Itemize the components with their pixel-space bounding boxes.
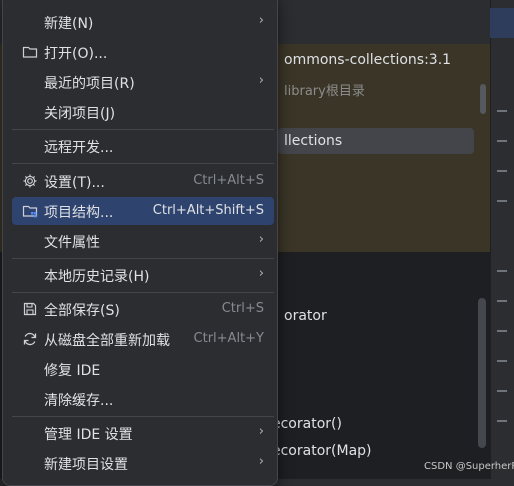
menu-item-label: 从磁盘全部重新加载	[44, 333, 170, 349]
menu-item-label: 新建项目设置	[44, 457, 128, 473]
menu-separator	[12, 163, 274, 164]
chevron-right-icon: ›	[258, 13, 264, 28]
scrollbar-thumb[interactable]	[480, 84, 486, 114]
chevron-right-icon: ›	[258, 266, 264, 281]
menu-item-label: 打开(O)...	[44, 46, 108, 62]
menu-item-shortcut: Ctrl+S	[221, 301, 264, 316]
menu-item-remote-development[interactable]: 远程开发...	[12, 132, 274, 160]
menu-item-label: 清除缓存...	[44, 393, 114, 409]
project-structure-icon	[22, 203, 38, 219]
code-line: orator	[284, 308, 327, 324]
menu-item-shortcut: Ctrl+Alt+S	[193, 173, 264, 188]
menu-item-label: 新建(N)	[44, 16, 94, 32]
menu-item-label: 设置(T)...	[44, 175, 105, 191]
notification-icon[interactable]	[490, 8, 514, 38]
menu-separator	[12, 258, 274, 259]
gear-icon	[22, 173, 38, 189]
right-gutter	[490, 0, 514, 479]
menu-item-save-all[interactable]: 全部保存(S) Ctrl+S	[12, 295, 274, 323]
menu-item-label: 项目结构...	[44, 205, 114, 221]
menu-item-label: 修复 IDE	[44, 363, 101, 379]
chevron-right-icon: ›	[258, 454, 264, 469]
menu-item-repair-ide[interactable]: 修复 IDE	[12, 355, 274, 383]
menu-item-label: 全部保存(S)	[44, 303, 120, 319]
file-menu-popup: 新建(N) › 打开(O)... 最近的项目(R) › 关闭项目(J) 远程开发…	[2, 0, 278, 486]
menu-item-open[interactable]: 打开(O)...	[12, 38, 274, 66]
code-line: ecorator(Map)	[272, 443, 372, 459]
selected-tree-label: llections	[284, 133, 343, 149]
chevron-right-icon: ›	[258, 73, 264, 88]
menu-item-new-project-settings[interactable]: 新建项目设置 ›	[12, 449, 274, 477]
menu-separator	[12, 292, 274, 293]
menu-item-file-properties[interactable]: 文件属性 ›	[12, 227, 274, 255]
menu-item-label: 最近的项目(R)	[44, 76, 135, 92]
menu-item-new[interactable]: 新建(N) ›	[12, 8, 274, 36]
menu-item-shortcut: Ctrl+Alt+Y	[193, 331, 264, 346]
menu-item-recent-projects[interactable]: 最近的项目(R) ›	[12, 68, 274, 96]
menu-item-label: 关闭项目(J)	[44, 106, 116, 122]
menu-item-local-history[interactable]: 本地历史记录(H) ›	[12, 261, 274, 289]
code-line: ecorator()	[272, 416, 342, 432]
library-root-text: library根目录	[284, 84, 365, 99]
menu-item-close-project[interactable]: 关闭项目(J)	[12, 98, 274, 126]
folder-icon	[22, 44, 38, 60]
library-path-text: ommons-collections:3.1	[284, 52, 452, 68]
menu-item-label: 文件属性	[44, 235, 100, 251]
save-icon	[22, 301, 38, 317]
menu-item-label: 远程开发...	[44, 140, 114, 156]
menu-item-shortcut: Ctrl+Alt+Shift+S	[152, 203, 264, 218]
menu-item-reload-all-from-disk[interactable]: 从磁盘全部重新加载 Ctrl+Alt+Y	[12, 325, 274, 353]
menu-separator	[12, 129, 274, 130]
watermark: CSDN @SuperherRo	[424, 461, 514, 472]
menu-separator	[12, 416, 274, 417]
menu-item-invalidate-caches[interactable]: 清除缓存...	[12, 385, 274, 413]
menu-item-label: 管理 IDE 设置	[44, 427, 133, 443]
menu-item-manage-ide-settings[interactable]: 管理 IDE 设置 ›	[12, 419, 274, 447]
reload-icon	[22, 331, 38, 347]
chevron-right-icon: ›	[258, 232, 264, 247]
menu-item-settings[interactable]: 设置(T)... Ctrl+Alt+S	[12, 167, 274, 195]
chevron-right-icon: ›	[258, 424, 264, 439]
scrollbar-thumb[interactable]	[478, 298, 486, 448]
menu-item-project-structure[interactable]: 项目结构... Ctrl+Alt+Shift+S	[12, 197, 274, 225]
menu-item-label: 本地历史记录(H)	[44, 269, 150, 285]
